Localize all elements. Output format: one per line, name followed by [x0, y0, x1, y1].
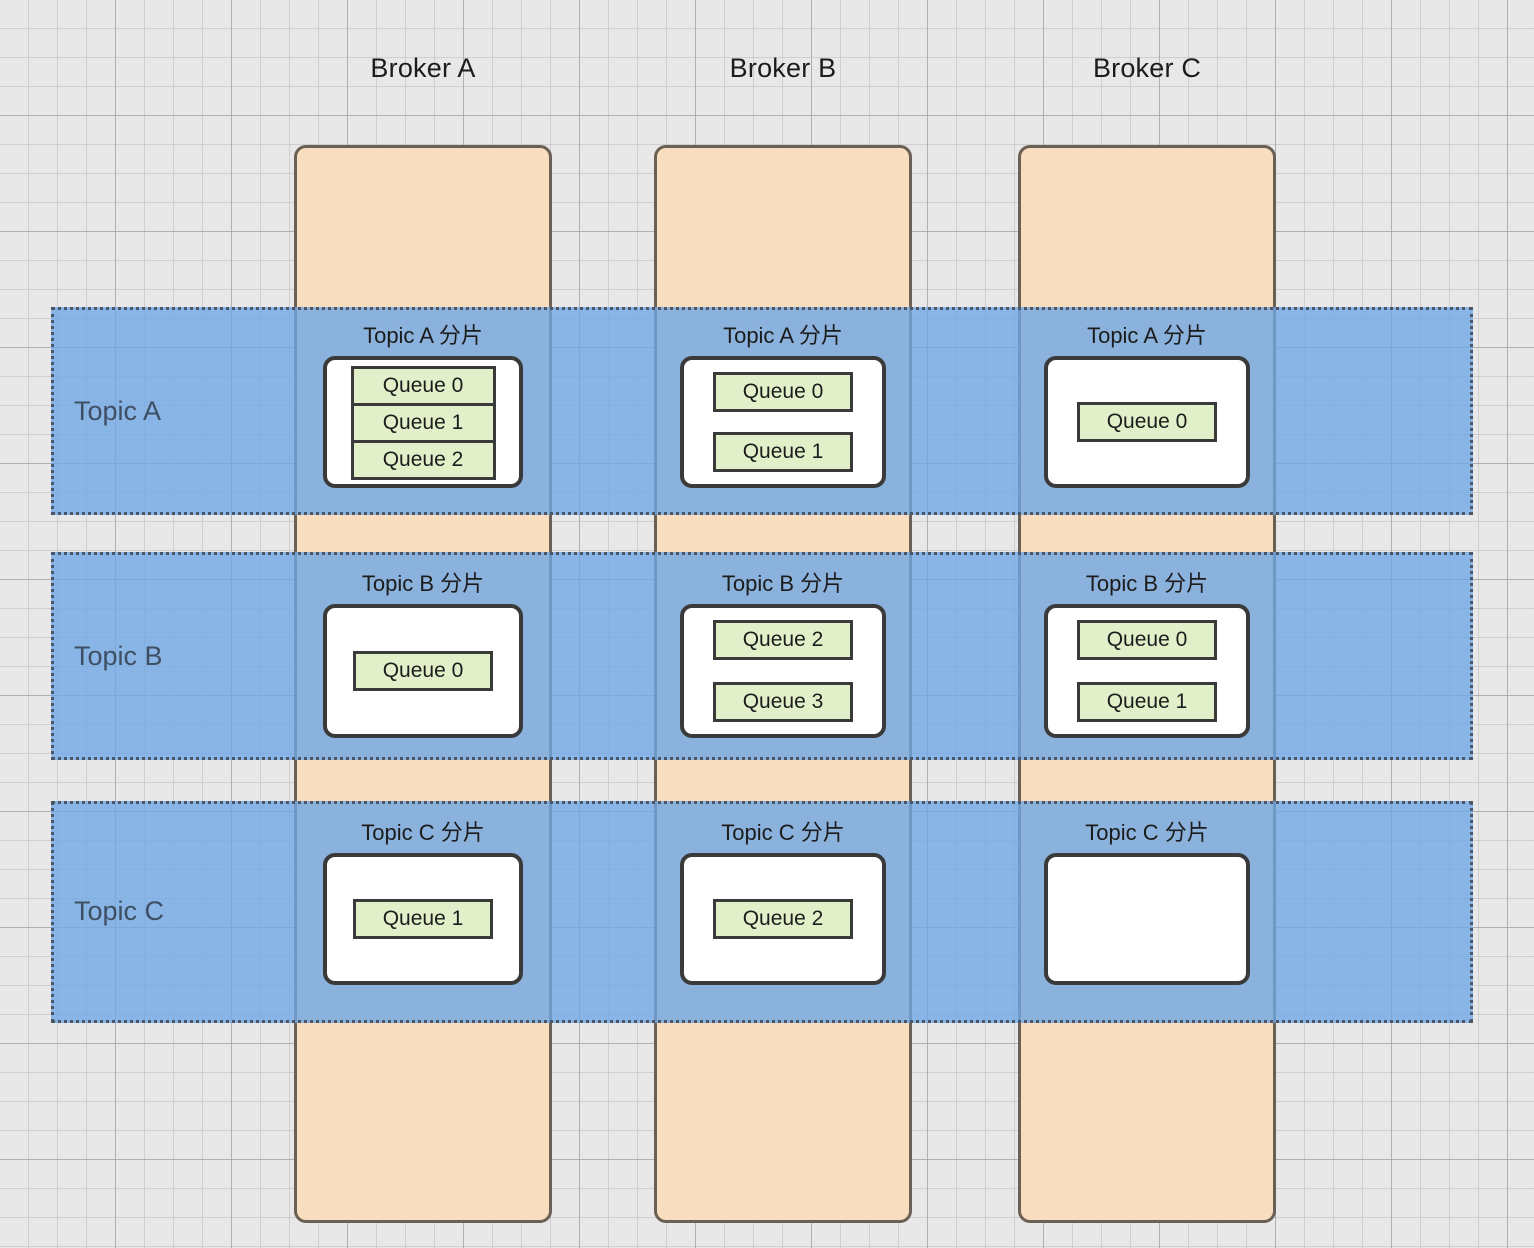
topic-label-c: Topic C	[74, 896, 165, 926]
queue-item[interactable]: Queue 1	[1077, 682, 1217, 722]
queue-item[interactable]: Queue 0	[1077, 620, 1217, 660]
broker-heading-b: Broker B	[729, 53, 837, 83]
shard-topic-c-broker-a: Topic C 分片 Queue 1	[294, 815, 552, 985]
shard-title: Topic C 分片	[1085, 820, 1209, 845]
queue-item[interactable]: Queue 1	[350, 403, 496, 443]
shard-topic-a-broker-c: Topic A 分片 Queue 0	[1018, 318, 1276, 488]
broker-heading-a: Broker A	[370, 53, 476, 83]
shard-title: Topic B 分片	[1085, 571, 1209, 596]
shard-topic-b-broker-a: Topic B 分片 Queue 0	[294, 566, 552, 738]
topic-label-b: Topic B	[74, 641, 163, 671]
shard-title: Topic A 分片	[1087, 323, 1207, 348]
queue-item[interactable]: Queue 0	[713, 372, 853, 412]
queue-item[interactable]: Queue 0	[1077, 402, 1217, 442]
queue-item[interactable]: Queue 3	[713, 682, 853, 722]
shard-topic-c-broker-c: Topic C 分片	[1018, 815, 1276, 985]
shard-topic-b-broker-c: Topic B 分片 Queue 0 Queue 1	[1018, 566, 1276, 738]
queue-item[interactable]: Queue 2	[713, 620, 853, 660]
queue-item[interactable]: Queue 0	[353, 651, 493, 691]
shard-queue-container: Queue 0 Queue 1	[680, 356, 886, 488]
shard-title: Topic B 分片	[721, 571, 845, 596]
shard-topic-a-broker-a: Topic A 分片 Queue 0 Queue 1 Queue 2	[294, 318, 552, 488]
shard-queue-container: Queue 0	[323, 604, 523, 738]
shard-topic-a-broker-b: Topic A 分片 Queue 0 Queue 1	[654, 318, 912, 488]
shard-queue-container: Queue 1	[323, 853, 523, 985]
shard-queue-container: Queue 0 Queue 1	[1044, 604, 1250, 738]
shard-title: Topic A 分片	[363, 323, 483, 348]
shard-queue-container: Queue 0	[1044, 356, 1250, 488]
shard-queue-container: Queue 2	[680, 853, 886, 985]
queue-item[interactable]: Queue 2	[713, 899, 853, 939]
shard-queue-container: Queue 0 Queue 1 Queue 2	[323, 356, 523, 488]
queue-stack: Queue 0 Queue 1 Queue 2	[350, 366, 496, 480]
broker-heading-c: Broker C	[1092, 53, 1202, 83]
queue-item[interactable]: Queue 2	[350, 440, 496, 480]
shard-topic-c-broker-b: Topic C 分片 Queue 2	[654, 815, 912, 985]
diagram-canvas: Broker A Broker B Broker C Topic A Topic…	[0, 0, 1534, 1248]
shard-title: Topic B 分片	[361, 571, 485, 596]
shard-title: Topic C 分片	[361, 820, 485, 845]
queue-item[interactable]: Queue 1	[713, 432, 853, 472]
queue-item[interactable]: Queue 1	[353, 899, 493, 939]
shard-title: Topic A 分片	[723, 323, 843, 348]
topic-label-a: Topic A	[74, 396, 162, 426]
shard-topic-b-broker-b: Topic B 分片 Queue 2 Queue 3	[654, 566, 912, 738]
shard-queue-container: Queue 2 Queue 3	[680, 604, 886, 738]
queue-item[interactable]: Queue 0	[350, 366, 496, 406]
shard-title: Topic C 分片	[721, 820, 845, 845]
shard-queue-container-empty	[1044, 853, 1250, 985]
